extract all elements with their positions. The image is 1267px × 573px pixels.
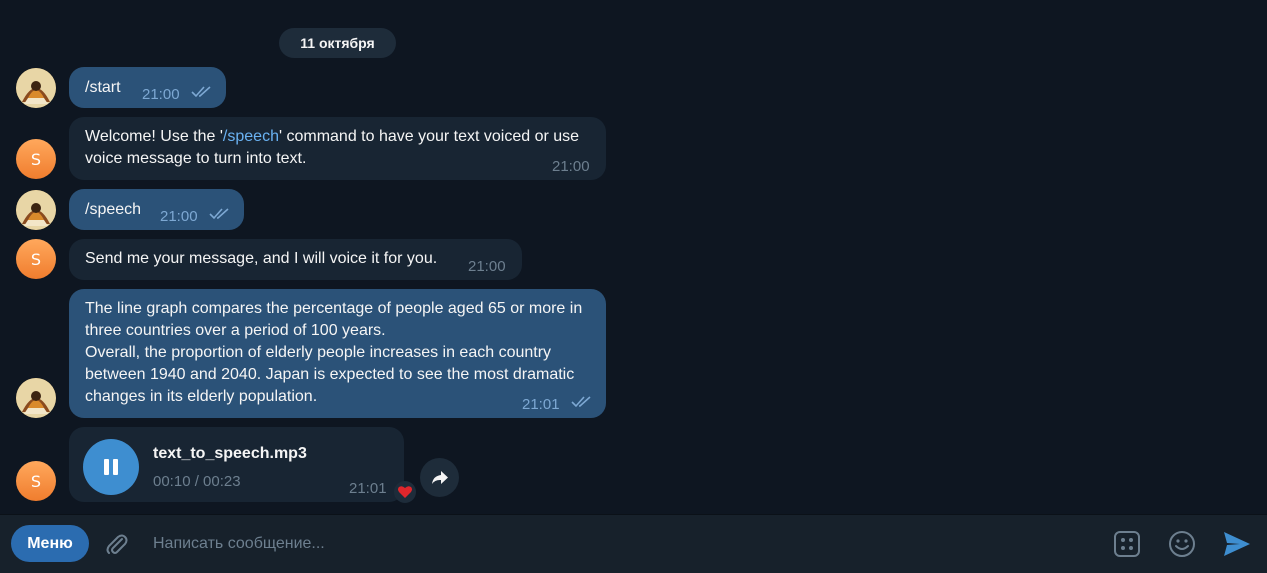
user-avatar[interactable] bbox=[16, 190, 56, 230]
message-time: 21:00 bbox=[142, 86, 180, 103]
audio-message[interactable]: text_to_speech.mp3 00:10 / 00:23 21:01 bbox=[69, 427, 404, 502]
message-speech[interactable]: /speech 21:00 bbox=[69, 189, 244, 230]
attach-icon[interactable] bbox=[103, 530, 131, 558]
double-check-icon bbox=[209, 208, 229, 220]
double-check-icon bbox=[571, 396, 591, 408]
audio-filename[interactable]: text_to_speech.mp3 bbox=[153, 443, 307, 465]
message-text: Welcome! Use the '/speech' command to ha… bbox=[85, 126, 590, 170]
double-check-icon bbox=[191, 86, 211, 98]
bot-avatar[interactable]: S bbox=[16, 139, 56, 179]
pause-button[interactable] bbox=[83, 439, 139, 495]
message-time: 21:00 bbox=[468, 258, 506, 275]
share-icon bbox=[431, 470, 448, 484]
reaction-heart[interactable] bbox=[394, 481, 416, 503]
message-text: Send me your message, and I will voice i… bbox=[85, 250, 438, 267]
message-input-bar: Меню bbox=[0, 514, 1267, 573]
speech-command-link[interactable]: /speech bbox=[223, 128, 279, 145]
user-avatar[interactable] bbox=[16, 68, 56, 108]
message-time: 21:01 bbox=[522, 396, 560, 413]
date-separator: 11 октября bbox=[279, 28, 396, 58]
message-start[interactable]: /start 21:00 bbox=[69, 67, 226, 108]
heart-icon bbox=[398, 486, 412, 498]
message-text[interactable]: /start bbox=[85, 77, 121, 99]
send-icon[interactable] bbox=[1222, 530, 1252, 558]
message-essay[interactable]: The line graph compares the percentage o… bbox=[69, 289, 606, 418]
share-button[interactable] bbox=[420, 458, 459, 497]
message-time: 21:00 bbox=[160, 208, 198, 225]
menu-button[interactable]: Меню bbox=[11, 525, 89, 562]
emoji-icon[interactable] bbox=[1167, 529, 1197, 559]
bot-avatar[interactable]: S bbox=[16, 461, 56, 501]
bot-avatar[interactable]: S bbox=[16, 239, 56, 279]
message-input[interactable] bbox=[153, 532, 1053, 556]
message-text: The line graph compares the percentage o… bbox=[85, 300, 583, 405]
pause-icon bbox=[104, 459, 118, 475]
bot-commands-icon[interactable] bbox=[1113, 530, 1141, 558]
message-time: 21:01 bbox=[349, 480, 387, 497]
message-prompt[interactable]: Send me your message, and I will voice i… bbox=[69, 239, 522, 280]
message-welcome[interactable]: Welcome! Use the '/speech' command to ha… bbox=[69, 117, 606, 180]
message-text[interactable]: /speech bbox=[85, 199, 141, 221]
user-avatar[interactable] bbox=[16, 378, 56, 418]
message-text-before: Welcome! Use the ' bbox=[85, 128, 223, 145]
message-time: 21:00 bbox=[552, 158, 590, 175]
audio-progress: 00:10 / 00:23 bbox=[153, 473, 241, 490]
